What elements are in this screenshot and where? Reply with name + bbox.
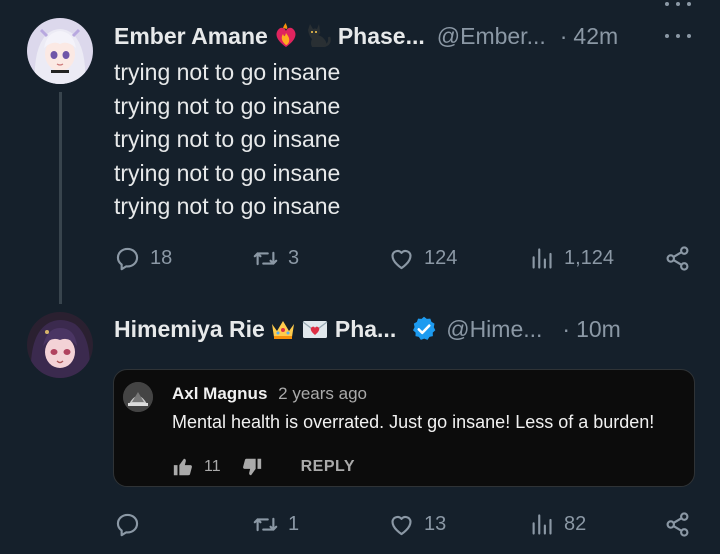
views-icon: [532, 513, 552, 535]
views-icon: [532, 247, 552, 269]
display-name-suffix[interactable]: Pha...: [335, 316, 396, 343]
tweet-actions: 1 13 82: [114, 509, 696, 539]
tweet-line: trying not to go insane: [114, 59, 341, 85]
comment-like-count: 11: [204, 458, 221, 475]
like-count: 124: [424, 246, 458, 269]
thumbs-up-icon: [173, 458, 192, 476]
user-handle[interactable]: @Ember...: [437, 23, 546, 50]
avatar[interactable]: [27, 312, 93, 378]
separator-dot: ·: [562, 315, 571, 342]
view-count: 82: [564, 512, 587, 535]
reply-button[interactable]: [114, 509, 150, 539]
black-cat-emoji-icon: [304, 22, 332, 50]
reply-icon: [116, 247, 139, 270]
tweet-line: trying not to go insane: [114, 126, 341, 152]
retweet-icon: [253, 517, 278, 531]
user-handle[interactable]: @Hime...: [446, 316, 542, 343]
fire-heart-emoji-icon: [272, 22, 300, 50]
tweet-header: Himemiya Rie Pha... @Hime... · 10m: [114, 312, 621, 346]
tweet-line: trying not to go insane: [114, 193, 341, 219]
view-count: 1,124: [564, 246, 615, 269]
retweet-count: 1: [288, 512, 300, 535]
tweet-line: trying not to go insane: [114, 159, 341, 186]
tweet-line: trying not to go insane: [114, 92, 341, 119]
share-button[interactable]: [664, 509, 700, 539]
retweet-count: 3: [288, 246, 300, 269]
retweet-button[interactable]: 1: [252, 509, 299, 539]
retweet-button[interactable]: 3: [252, 243, 299, 273]
tweet[interactable]: Ember Amane Phase... @Ember... · 42m try…: [0, 0, 720, 304]
comment-reply-label: REPLY: [300, 458, 355, 475]
more-icon[interactable]: [665, 0, 691, 8]
comment-author: Axl Magnus: [172, 384, 268, 403]
display-name-suffix[interactable]: Phase...: [338, 23, 425, 50]
quoted-youtube-comment[interactable]: Axl Magnus 2 years ago Mental health is …: [113, 369, 695, 487]
comment-header: Axl Magnus 2 years ago: [172, 384, 367, 404]
tweet-text: trying not to go insane trying not to go…: [114, 56, 340, 224]
reply-icon: [116, 513, 139, 536]
like-icon: [391, 249, 412, 269]
reply-count: 18: [150, 246, 173, 269]
display-name[interactable]: Himemiya Rie: [114, 316, 265, 343]
comment-avatar: [123, 382, 153, 412]
views-button[interactable]: 1,124: [528, 243, 614, 273]
more-icon[interactable]: [665, 32, 691, 40]
like-button[interactable]: 124: [388, 243, 457, 273]
share-icon: [666, 245, 689, 271]
reply-button[interactable]: 18: [114, 243, 172, 273]
crown-emoji-icon: [269, 315, 297, 343]
thread-line: [59, 92, 62, 304]
like-button[interactable]: 13: [388, 509, 446, 539]
like-icon: [391, 515, 412, 535]
thumbs-down-icon: [242, 458, 261, 476]
share-icon: [666, 511, 689, 537]
love-letter-emoji-icon: [301, 315, 329, 343]
tweet-header: Ember Amane Phase... @Ember... · 42m: [114, 19, 618, 53]
share-button[interactable]: [664, 243, 700, 273]
tweet-actions: 18 3 124 1,124: [114, 243, 696, 273]
retweet-icon: [253, 251, 278, 265]
comment-time: 2 years ago: [278, 384, 367, 403]
comment-text: Mental health is overrated. Just go insa…: [172, 412, 655, 432]
display-name[interactable]: Ember Amane: [114, 23, 268, 50]
avatar[interactable]: [27, 18, 93, 84]
like-count: 13: [424, 512, 447, 535]
separator-dot: ·: [559, 22, 568, 49]
comment-actions: 11 REPLY: [172, 455, 355, 479]
verified-badge-icon[interactable]: [410, 315, 438, 343]
timestamp[interactable]: 42m: [573, 23, 618, 50]
views-button[interactable]: 82: [528, 509, 586, 539]
timestamp[interactable]: 10m: [576, 316, 621, 343]
tweet[interactable]: Himemiya Rie Pha... @Hime... · 10m Axl M…: [0, 302, 720, 554]
